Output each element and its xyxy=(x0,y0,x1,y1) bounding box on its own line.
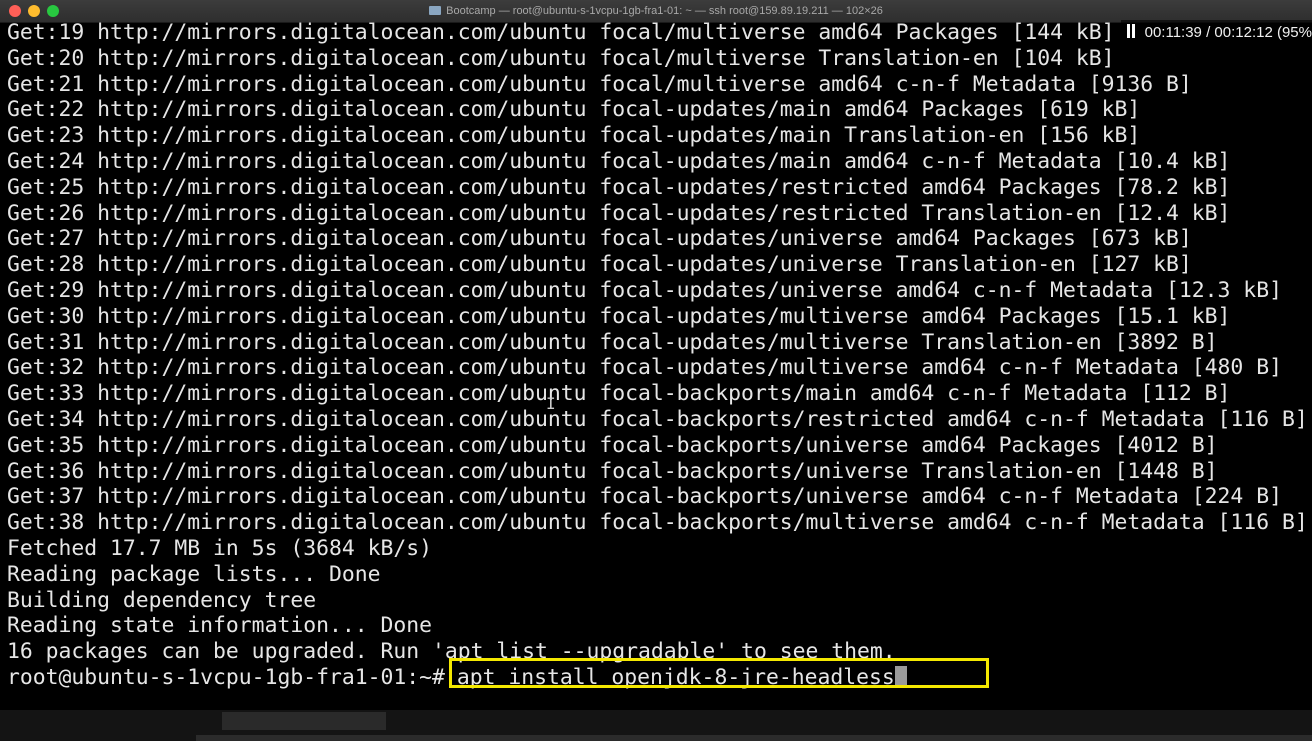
terminal-line: Get:30 http://mirrors.digitalocean.com/u… xyxy=(7,303,1231,329)
total-time: 00:12:12 xyxy=(1214,24,1273,41)
terminal-line: Get:38 http://mirrors.digitalocean.com/u… xyxy=(7,510,1308,536)
progress-percent: (95% xyxy=(1276,24,1312,41)
terminal-line: Get:26 http://mirrors.digitalocean.com/u… xyxy=(7,200,1231,226)
elapsed-time: 00:11:39 xyxy=(1144,24,1202,41)
terminal-line: Get:23 http://mirrors.digitalocean.com/u… xyxy=(7,123,1141,149)
terminal-line: Get:32 http://mirrors.digitalocean.com/u… xyxy=(7,355,1282,381)
terminal-line: Get:29 http://mirrors.digitalocean.com/u… xyxy=(7,277,1282,303)
window-title-container: Bootcamp — root@ubuntu-s-1vcpu-1gb-fra1-… xyxy=(0,0,1312,22)
dock xyxy=(196,735,1312,741)
terminal-line: Get:22 http://mirrors.digitalocean.com/u… xyxy=(7,97,1141,123)
terminal-window: Bootcamp — root@ubuntu-s-1vcpu-1gb-fra1-… xyxy=(0,0,1312,741)
command-highlight-box xyxy=(449,657,989,688)
bottom-strip xyxy=(222,712,386,730)
terminal-line: Get:28 http://mirrors.digitalocean.com/u… xyxy=(7,252,1192,278)
terminal-line: Get:27 http://mirrors.digitalocean.com/u… xyxy=(7,226,1192,252)
time-separator: / xyxy=(1206,24,1211,41)
text-cursor-icon: I xyxy=(546,394,556,413)
prompt-line[interactable]: root@ubuntu-s-1vcpu-1gb-fra1-01:~# apt in… xyxy=(0,657,1312,691)
terminal-line: Get:19 http://mirrors.digitalocean.com/u… xyxy=(7,20,1115,45)
video-progress-overlay: 00:11:39 / 00:12:12 (95% xyxy=(1121,20,1312,46)
terminal-line: Get:21 http://mirrors.digitalocean.com/u… xyxy=(7,71,1192,97)
shell-prompt: root@ubuntu-s-1vcpu-1gb-fra1-01:~# xyxy=(7,664,445,690)
pause-icon[interactable] xyxy=(1127,24,1136,38)
folder-icon xyxy=(429,6,442,15)
terminal-line: Get:33 http://mirrors.digitalocean.com/u… xyxy=(7,381,1231,407)
terminal-line: Get:35 http://mirrors.digitalocean.com/u… xyxy=(7,432,1218,458)
terminal-line: Fetched 17.7 MB in 5s (3684 kB/s) xyxy=(7,535,432,561)
terminal-line: Building dependency tree xyxy=(7,587,317,613)
terminal-line: Reading state information... Done xyxy=(7,613,432,639)
window-title: Bootcamp — root@ubuntu-s-1vcpu-1gb-fra1-… xyxy=(446,5,883,17)
terminal-line: Get:37 http://mirrors.digitalocean.com/u… xyxy=(7,484,1282,510)
terminal-line: Get:36 http://mirrors.digitalocean.com/u… xyxy=(7,458,1218,484)
terminal-line: Get:24 http://mirrors.digitalocean.com/u… xyxy=(7,148,1231,174)
terminal-line: Reading package lists... Done xyxy=(7,561,381,587)
terminal-line: Get:25 http://mirrors.digitalocean.com/u… xyxy=(7,174,1231,200)
terminal-output[interactable]: Get:19 http://mirrors.digitalocean.com/u… xyxy=(0,20,1312,710)
terminal-line: Get:34 http://mirrors.digitalocean.com/u… xyxy=(7,406,1308,432)
terminal-line: Get:31 http://mirrors.digitalocean.com/u… xyxy=(7,329,1218,355)
terminal-line: Get:20 http://mirrors.digitalocean.com/u… xyxy=(7,45,1115,71)
